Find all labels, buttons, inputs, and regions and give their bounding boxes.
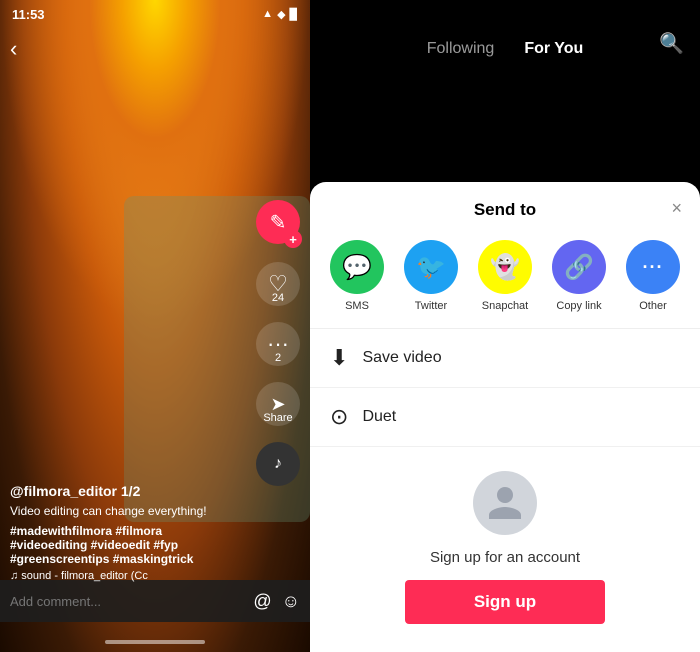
twitter-label: Twitter — [415, 300, 447, 312]
snapchat-label: Snapchat — [482, 300, 528, 312]
duet-icon: ⊙ — [330, 404, 348, 430]
signal-icon: ◆ — [277, 8, 285, 21]
music-info: ♫ sound - filmora_editor (Cc — [10, 570, 250, 582]
share-label: Share — [263, 412, 292, 424]
copylink-icon: 🔗 — [552, 240, 606, 294]
duet-button[interactable]: ⊙ Duet — [310, 388, 700, 447]
save-video-label: Save video — [362, 349, 441, 367]
video-info: @filmora_editor 1/2 Video editing can ch… — [10, 483, 250, 582]
avatar-placeholder — [473, 471, 537, 535]
hashtags: #madewithfilmora #filmora #videoediting … — [10, 524, 250, 566]
heart-section: ♡ 24 — [256, 262, 300, 304]
duet-label: Duet — [362, 408, 396, 426]
signup-button[interactable]: Sign up — [405, 580, 605, 624]
sms-label: SMS — [345, 300, 369, 312]
right-panel: Following For You 🔍 Send to × 💬 SMS 🐦 Tw… — [310, 0, 700, 652]
share-options-row: 💬 SMS 🐦 Twitter 👻 Snapchat 🔗 Copy link ·… — [310, 232, 700, 328]
other-icon: ··· — [626, 240, 680, 294]
status-time: 11:53 — [12, 7, 45, 22]
other-label: Other — [639, 300, 667, 312]
comment-icons: @ ☺ — [253, 591, 300, 612]
sms-icon: 💬 — [330, 240, 384, 294]
sheet-title: Send to — [474, 200, 536, 220]
user-silhouette-icon — [485, 483, 525, 523]
comment-input[interactable] — [10, 594, 245, 609]
share-copylink[interactable]: 🔗 Copy link — [549, 240, 609, 312]
video-description: Video editing can change everything! — [10, 503, 250, 520]
sheet-close-button[interactable]: × — [671, 198, 682, 219]
emoji-icon[interactable]: @ — [253, 591, 271, 612]
snapchat-icon: 👻 — [478, 240, 532, 294]
share-twitter[interactable]: 🐦 Twitter — [401, 240, 461, 312]
wifi-icon: ▲ — [262, 8, 273, 20]
send-to-sheet: Send to × 💬 SMS 🐦 Twitter 👻 Snapchat 🔗 C… — [310, 182, 700, 652]
signup-prompt: Sign up for an account — [430, 549, 580, 566]
sheet-header: Send to × — [310, 182, 700, 232]
sticker-icon[interactable]: ☺ — [282, 591, 300, 612]
username: @filmora_editor 1/2 — [10, 483, 250, 499]
top-navigation: Following For You 🔍 — [310, 0, 700, 70]
music-disc-button[interactable]: ♪ — [256, 442, 300, 486]
plus-badge: + — [284, 230, 302, 248]
right-actions: ✎ + ♡ 24 ··· 2 ➤ Share ♪ — [256, 200, 300, 486]
save-video-icon: ⬇ — [330, 345, 348, 371]
twitter-icon: 🐦 — [404, 240, 458, 294]
home-indicator — [105, 640, 205, 644]
share-sms[interactable]: 💬 SMS — [327, 240, 387, 312]
comment-bar: @ ☺ — [0, 580, 310, 622]
save-video-button[interactable]: ⬇ Save video — [310, 329, 700, 388]
dots-count: 2 — [275, 352, 281, 364]
copylink-label: Copy link — [556, 300, 601, 312]
heart-count: 24 — [272, 292, 284, 304]
back-button[interactable]: ‹ — [10, 36, 17, 62]
phone-panel: 11:53 ▲ ◆ ▉ ‹ ✎ + ♡ 24 ··· 2 ➤ Share ♪ @… — [0, 0, 310, 652]
share-other[interactable]: ··· Other — [623, 240, 683, 312]
share-snapchat[interactable]: 👻 Snapchat — [475, 240, 535, 312]
status-bar: 11:53 ▲ ◆ ▉ — [0, 0, 310, 28]
search-icon[interactable]: 🔍 — [659, 31, 684, 56]
signup-section: Sign up for an account Sign up — [310, 447, 700, 652]
battery-icon: ▉ — [290, 8, 298, 21]
edit-wrapper: ✎ + — [256, 200, 300, 244]
tab-following[interactable]: Following — [427, 40, 495, 58]
status-icons: ▲ ◆ ▉ — [262, 8, 298, 21]
tab-for-you[interactable]: For You — [524, 40, 583, 58]
dots-section: ··· 2 — [256, 322, 300, 364]
share-section: ➤ Share — [256, 382, 300, 424]
